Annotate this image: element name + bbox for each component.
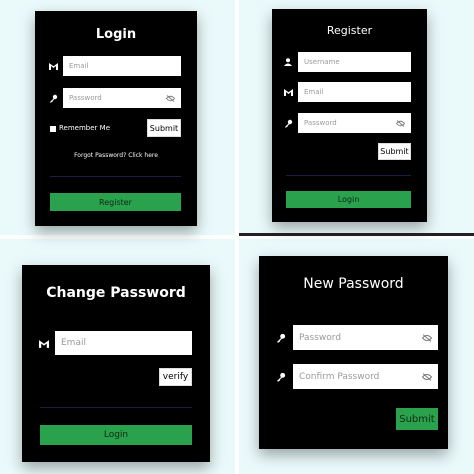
eye-slash-icon[interactable] <box>422 333 432 342</box>
register-username-placeholder: Username <box>304 58 340 66</box>
new-password-placeholder: Password <box>299 332 342 343</box>
change-password-card: Change Password Email verify Login <box>22 265 210 462</box>
login-submit-button[interactable]: Submit <box>147 119 181 137</box>
confirm-password-input[interactable]: Confirm Password <box>293 364 438 389</box>
forgot-password-link[interactable]: Forgot Password? Click here <box>35 152 197 159</box>
register-username-input[interactable]: Username <box>298 52 411 72</box>
gmail-icon <box>283 87 293 97</box>
change-password-login-button[interactable]: Login <box>40 425 192 445</box>
register-email-input[interactable]: Email <box>298 82 411 102</box>
register-button[interactable]: Register <box>50 193 181 211</box>
change-password-email-input[interactable]: Email <box>55 331 192 355</box>
gmail-icon <box>48 61 58 71</box>
verify-button[interactable]: verify <box>159 368 192 386</box>
register-email-placeholder: Email <box>304 88 324 96</box>
register-divider <box>286 175 411 176</box>
key-icon <box>283 118 293 128</box>
register-submit-button[interactable]: Submit <box>378 143 411 160</box>
change-password-email-placeholder: Email <box>61 338 86 348</box>
login-password-placeholder: Password <box>69 94 102 102</box>
register-card: Register Username Email Password Submit … <box>272 9 427 222</box>
key-icon <box>275 371 286 382</box>
login-password-input[interactable]: Password <box>63 88 181 108</box>
change-password-title: Change Password <box>46 285 186 301</box>
key-icon <box>48 93 58 103</box>
new-password-submit-button[interactable]: Submit <box>396 408 438 430</box>
remember-me-checkbox[interactable] <box>50 126 56 132</box>
user-icon <box>283 57 293 67</box>
login-email-input[interactable]: Email <box>63 56 181 76</box>
separator-line <box>239 233 474 236</box>
login-email-placeholder: Email <box>69 62 89 70</box>
gmail-icon <box>38 338 49 349</box>
login-divider <box>50 176 181 177</box>
login-button[interactable]: Login <box>286 191 411 208</box>
change-password-divider <box>40 407 192 408</box>
new-password-card: New Password Password Confirm Password S… <box>259 256 448 449</box>
eye-slash-icon[interactable] <box>422 372 432 381</box>
remember-me-label: Remember Me <box>59 124 110 132</box>
confirm-password-placeholder: Confirm Password <box>299 371 380 382</box>
eye-slash-icon[interactable] <box>166 94 175 102</box>
key-icon <box>275 332 286 343</box>
register-title: Register <box>326 24 373 37</box>
register-password-input[interactable]: Password <box>298 113 411 133</box>
eye-slash-icon[interactable] <box>396 119 405 127</box>
login-title: Login <box>95 27 137 42</box>
new-password-input[interactable]: Password <box>293 325 438 350</box>
register-password-placeholder: Password <box>304 119 337 127</box>
new-password-title: New Password <box>303 276 404 292</box>
login-card: Login Email Password Remember Me Submit … <box>35 11 197 226</box>
